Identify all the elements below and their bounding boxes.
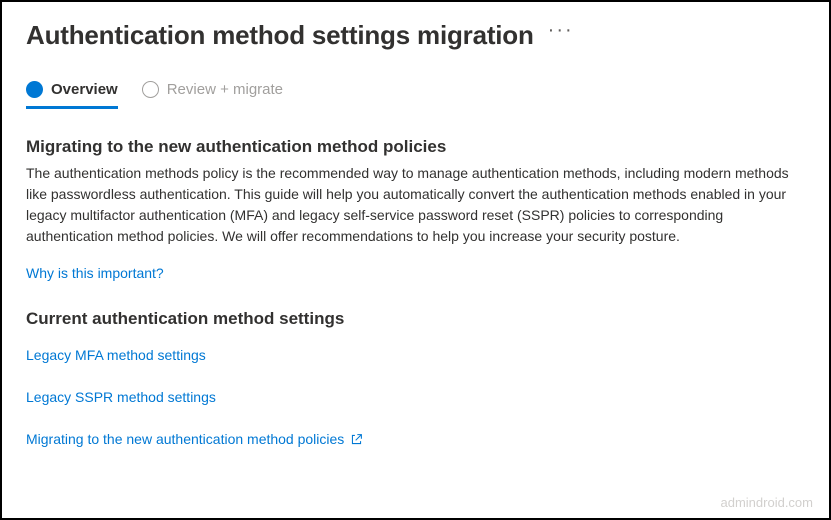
- page-title: Authentication method settings migration: [26, 20, 534, 51]
- tabs: Overview Review + migrate: [26, 81, 805, 109]
- tab-circle-filled-icon: [26, 81, 43, 98]
- link-migrating-external-label: Migrating to the new authentication meth…: [26, 431, 344, 447]
- tab-label: Review + migrate: [167, 81, 283, 98]
- link-legacy-mfa[interactable]: Legacy MFA method settings: [26, 347, 206, 363]
- tab-label: Overview: [51, 81, 118, 98]
- link-migrating-external[interactable]: Migrating to the new authentication meth…: [26, 431, 363, 447]
- section-heading-migrating: Migrating to the new authentication meth…: [26, 137, 805, 157]
- tab-overview[interactable]: Overview: [26, 81, 118, 109]
- watermark: admindroid.com: [721, 495, 814, 510]
- link-legacy-sspr[interactable]: Legacy SSPR method settings: [26, 389, 216, 405]
- link-why-important[interactable]: Why is this important?: [26, 265, 164, 281]
- tab-review-migrate[interactable]: Review + migrate: [142, 81, 283, 109]
- migrating-body-text: The authentication methods policy is the…: [26, 163, 805, 247]
- tab-circle-empty-icon: [142, 81, 159, 98]
- section-heading-current: Current authentication method settings: [26, 309, 805, 329]
- external-link-icon: [350, 433, 363, 446]
- title-row: Authentication method settings migration…: [26, 20, 805, 51]
- more-icon[interactable]: ···: [548, 20, 574, 40]
